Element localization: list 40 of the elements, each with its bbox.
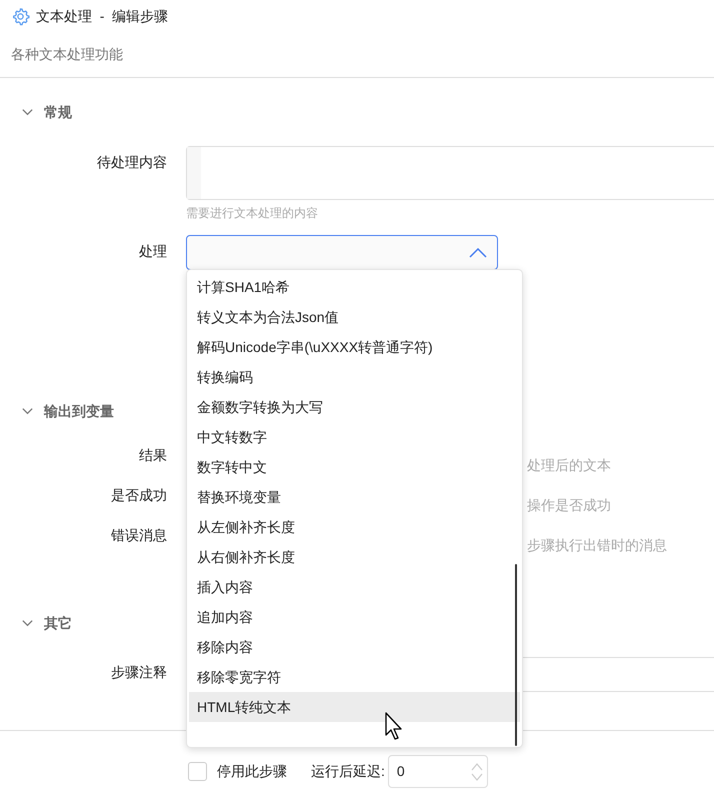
process-select[interactable] — [186, 235, 498, 270]
field-label: 是否成功 — [110, 486, 168, 505]
delay-label: 运行后延迟: — [311, 762, 385, 781]
dropdown-option[interactable]: 中文转数字 — [189, 422, 520, 452]
dropdown-option[interactable]: 从右侧补齐长度 — [189, 542, 520, 572]
section-header[interactable]: 常规 — [0, 96, 72, 128]
disable-step-checkbox[interactable]: 停用此步骤 — [188, 761, 287, 782]
dropdown-option[interactable]: 移除零宽字符 — [189, 662, 520, 692]
field-hint: 处理后的文本 — [527, 456, 611, 475]
dropdown-option[interactable]: 转义文本为合法Json值 — [189, 302, 520, 332]
field-label: 待处理内容 — [96, 153, 168, 172]
content-textarea[interactable] — [186, 146, 714, 200]
dropdown-option[interactable]: 金额数字转换为大写 — [189, 392, 520, 422]
dropdown-option[interactable]: 转换编码 — [189, 362, 520, 392]
field-hint: 步骤执行出错时的消息 — [527, 536, 667, 555]
section-header[interactable]: 其它 — [0, 607, 72, 639]
window-title: 文本处理 - 编辑步骤 — [36, 6, 168, 26]
dropdown-option[interactable]: 数字转中文 — [189, 452, 520, 482]
description: 各种文本处理功能 — [11, 45, 123, 64]
dropdown-option[interactable]: 计算SHA1哈希 — [189, 272, 520, 302]
cursor-icon — [385, 712, 404, 740]
spinner-icon[interactable] — [470, 760, 484, 782]
section-header[interactable]: 输出到变量 — [0, 395, 114, 427]
field-label: 步骤注释 — [110, 663, 168, 682]
field-hint: 操作是否成功 — [527, 496, 611, 515]
field-label: 结果 — [138, 446, 168, 465]
dropdown-option[interactable]: 替换环境变量 — [189, 482, 520, 512]
dropdown-option[interactable]: 解码Unicode字串(\uXXXX转普通字符) — [189, 332, 520, 362]
caret-icon — [469, 248, 487, 258]
field-hint: 需要进行文本处理的内容 — [186, 205, 318, 222]
field-label: 错误消息 — [110, 526, 168, 545]
dropdown-option[interactable]: 移除内容 — [189, 632, 520, 662]
dropdown-option[interactable]: 追加内容 — [189, 602, 520, 632]
settings-icon — [11, 6, 30, 26]
dropdown-option[interactable]: HTML转纯文本 — [189, 692, 520, 722]
field-label: 处理 — [138, 242, 168, 261]
scrollbar[interactable] — [515, 564, 517, 746]
delay-input[interactable]: 0 — [388, 755, 488, 788]
dropdown-option[interactable]: 插入内容 — [189, 572, 520, 602]
dropdown-option[interactable]: 从左侧补齐长度 — [189, 512, 520, 542]
